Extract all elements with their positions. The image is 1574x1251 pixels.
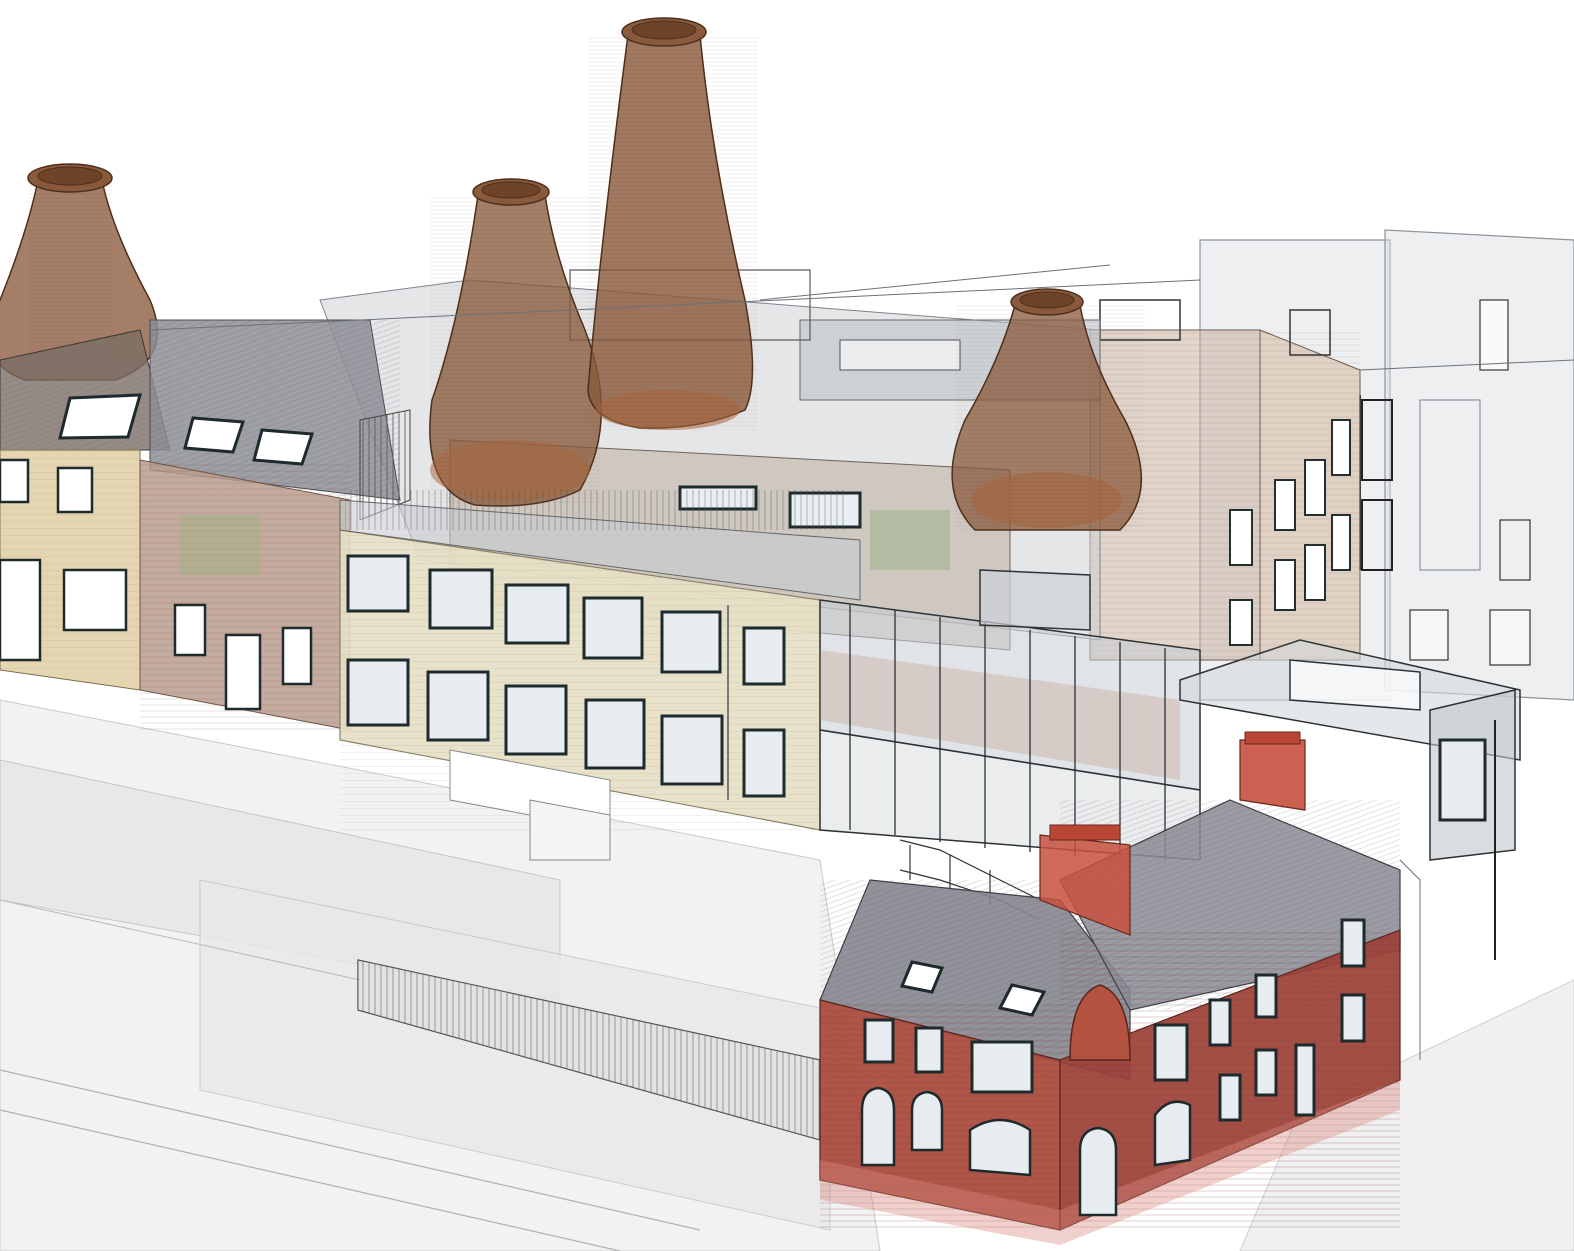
- kiln-right: [951, 288, 1145, 531]
- kiln-tall-center: [587, 17, 758, 430]
- chimney-right: [1239, 731, 1306, 811]
- architectural-model-scene: [0, 17, 1574, 1251]
- factory-cream-center: [339, 490, 861, 861]
- kiln-center-left: [429, 178, 602, 507]
